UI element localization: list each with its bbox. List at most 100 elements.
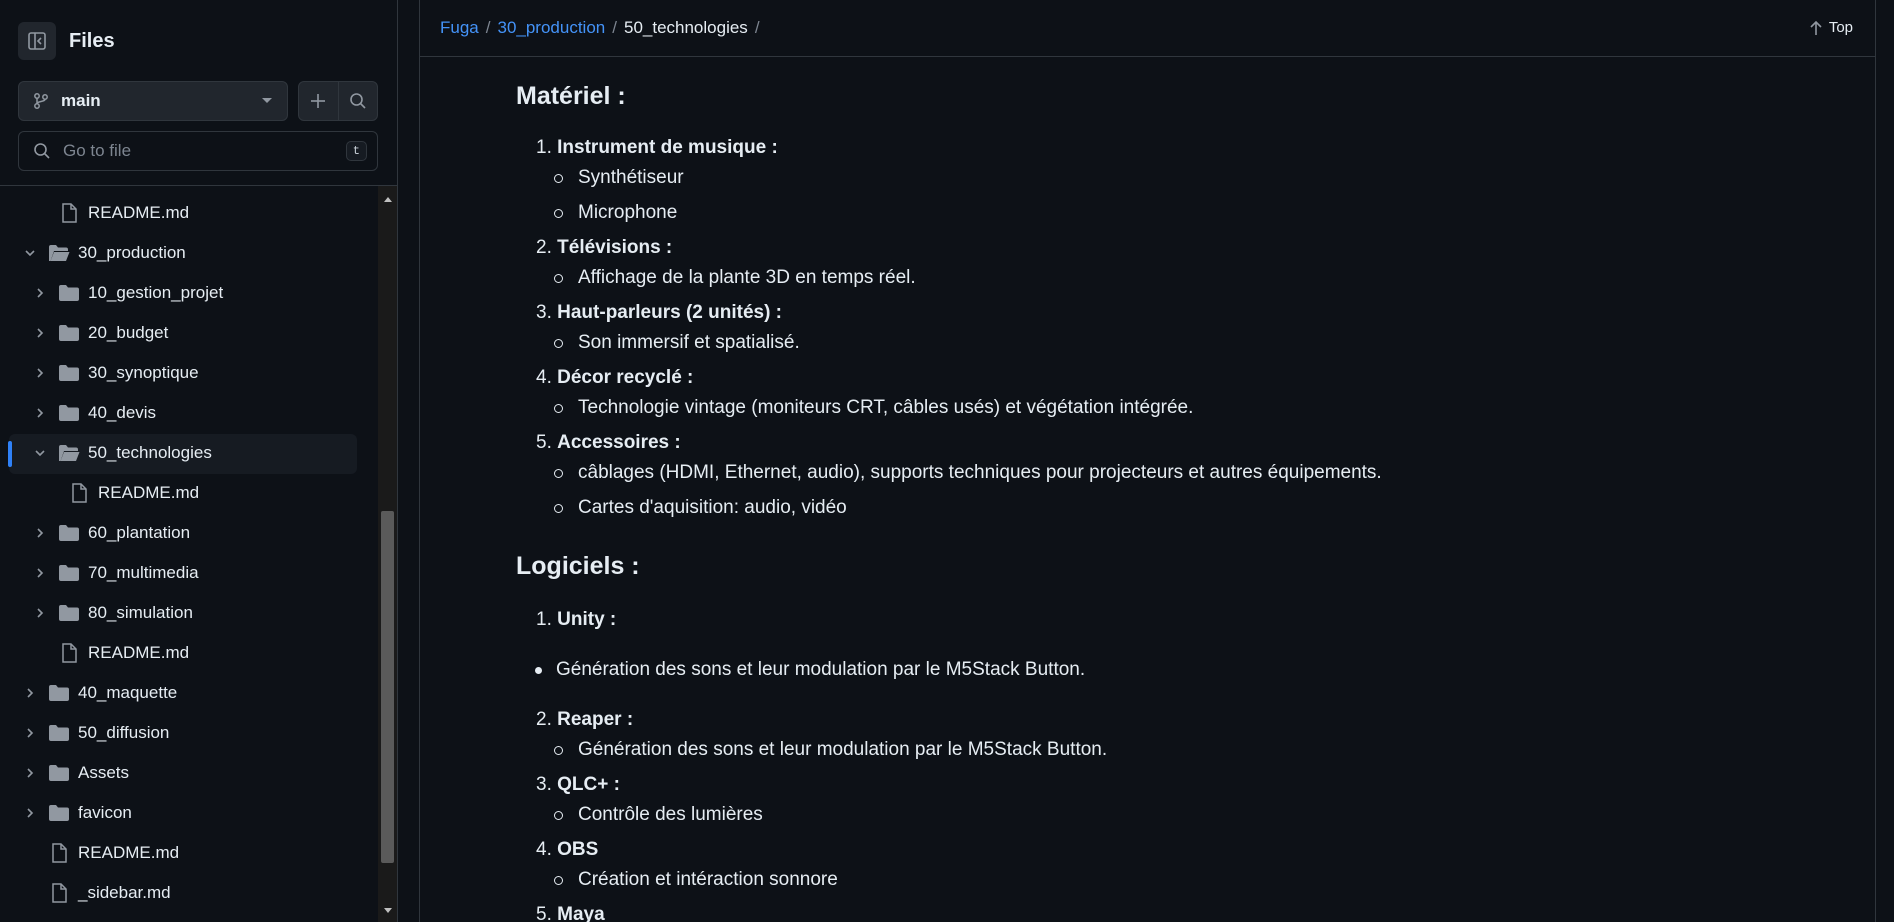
- list-item: 5. Accessoires :: [536, 432, 681, 454]
- list-number: 4.: [536, 839, 552, 860]
- list-item-title: Accessoires :: [557, 432, 681, 453]
- tree-folder-item[interactable]: 50_diffusion: [0, 714, 378, 752]
- chevron-right-icon[interactable]: [22, 685, 38, 701]
- breadcrumb-root-link[interactable]: Fuga: [440, 18, 479, 38]
- sub-list-text: Génération des sons et leur modulation p…: [578, 739, 1108, 760]
- tree-folder-item[interactable]: 80_simulation: [0, 594, 378, 632]
- sidebar-header: Files main Go to file t: [0, 0, 398, 186]
- list-item: 3. Haut-parleurs (2 unités) :: [536, 302, 782, 324]
- list-item: 2. Télévisions :: [536, 237, 672, 259]
- bullet-text: Génération des sons et leur modulation p…: [556, 659, 1086, 680]
- list-item-title: Haut-parleurs (2 unités) :: [557, 302, 783, 323]
- sub-list-text: Création et intéraction sonnore: [578, 869, 838, 890]
- folder-icon: [58, 563, 80, 583]
- scroll-down-button[interactable]: [378, 902, 397, 920]
- collapse-sidebar-button[interactable]: [18, 22, 56, 60]
- breadcrumb-separator: /: [754, 18, 760, 37]
- sub-list-item: Contrôle des lumières: [554, 804, 763, 826]
- tree-item-label: Assets: [78, 763, 130, 782]
- tree-folder-item[interactable]: 60_plantation: [0, 514, 378, 552]
- chevron-down-icon[interactable]: [32, 445, 48, 461]
- file-viewer: Fuga / 30_production / 50_technologies /…: [419, 0, 1876, 922]
- tree-folder-item[interactable]: 70_multimedia: [0, 554, 378, 592]
- tree-item-label: favicon: [78, 803, 132, 822]
- sub-list-item: Synthétiseur: [554, 167, 684, 189]
- tree-file-item[interactable]: README.md: [0, 194, 378, 232]
- list-item: 1. Instrument de musique :: [536, 137, 778, 159]
- arrow-up-icon: [1810, 20, 1822, 35]
- breadcrumb-separator: /: [612, 18, 617, 37]
- plus-icon: [311, 94, 326, 108]
- list-number: 2.: [536, 709, 552, 730]
- chevron-right-icon[interactable]: [22, 725, 38, 741]
- sub-list-item: Génération des sons et leur modulation p…: [554, 739, 1108, 761]
- chevron-right-icon[interactable]: [22, 805, 38, 821]
- shortcut-key: t: [345, 141, 367, 161]
- tree-folder-item[interactable]: 30_synoptique: [0, 354, 378, 392]
- caret-down-icon: [262, 98, 272, 103]
- folder-icon: [48, 763, 70, 783]
- breadcrumb-parent-link[interactable]: 30_production: [497, 18, 605, 38]
- search-button[interactable]: [337, 82, 378, 120]
- tree-item-label: 70_multimedia: [88, 563, 199, 582]
- chevron-right-icon[interactable]: [32, 285, 48, 301]
- chevron-right-icon[interactable]: [22, 765, 38, 781]
- search-icon: [34, 143, 50, 159]
- chevron-right-icon[interactable]: [32, 325, 48, 341]
- tree-folder-item[interactable]: 30_production: [0, 234, 378, 272]
- selected-row-indicator: [8, 441, 12, 467]
- sub-list-text: Son immersif et spatialisé.: [578, 332, 800, 353]
- sidebar-collapse-icon: [28, 32, 46, 50]
- tree-item-label: README.md: [88, 643, 190, 662]
- list-item-title: Maya: [557, 904, 605, 922]
- chevron-right-icon[interactable]: [32, 365, 48, 381]
- tree-folder-item[interactable]: 20_budget: [0, 314, 378, 352]
- file-icon: [58, 643, 80, 663]
- list-item: 5. Maya: [536, 904, 605, 922]
- tree-file-item[interactable]: _sidebar.md: [0, 874, 378, 912]
- sidebar-scrollbar[interactable]: [378, 186, 397, 922]
- tree-item-label: 60_plantation: [88, 523, 191, 542]
- scroll-thumb[interactable]: [381, 511, 394, 863]
- tree-file-item[interactable]: README.md: [0, 474, 378, 512]
- tree-folder-item[interactable]: 10_gestion_projet: [0, 274, 378, 312]
- list-item: 1. Unity :: [536, 609, 616, 631]
- tree-item-label: README.md: [98, 483, 200, 502]
- tree-file-item[interactable]: README.md: [0, 834, 378, 872]
- sub-list-item: Création et intéraction sonnore: [554, 869, 838, 891]
- chevron-right-icon[interactable]: [32, 525, 48, 541]
- branch-name: main: [61, 91, 101, 110]
- list-number: 5.: [536, 432, 552, 453]
- go-to-file-input[interactable]: [63, 141, 346, 161]
- add-file-button[interactable]: [299, 82, 338, 120]
- sub-list-text: Technologie vintage (moniteurs CRT, câbl…: [578, 397, 1194, 418]
- tree-folder-item[interactable]: favicon: [0, 794, 378, 832]
- sub-list-item: Technologie vintage (moniteurs CRT, câbl…: [554, 397, 1194, 419]
- tree-folder-item[interactable]: 40_maquette: [0, 674, 378, 712]
- go-to-file-field[interactable]: t: [18, 131, 378, 171]
- scroll-up-button[interactable]: [378, 190, 397, 208]
- tree-folder-item[interactable]: Assets: [0, 754, 378, 792]
- section-heading-logiciels: Logiciels :: [516, 552, 640, 580]
- folder-open-icon: [48, 243, 70, 263]
- back-to-top-link[interactable]: Top: [1809, 19, 1853, 36]
- tree-item-label: 40_maquette: [78, 683, 178, 702]
- tree-folder-item[interactable]: 50_technologies: [0, 434, 378, 474]
- chevron-right-icon[interactable]: [32, 405, 48, 421]
- sub-list-text: Contrôle des lumières: [578, 804, 763, 825]
- search-icon: [349, 93, 366, 109]
- chevron-right-icon[interactable]: [32, 605, 48, 621]
- folder-icon: [58, 523, 80, 543]
- tree-folder-item[interactable]: 40_devis: [0, 394, 378, 432]
- list-item-title: Instrument de musique :: [557, 137, 778, 158]
- sub-list-text: Microphone: [578, 202, 678, 223]
- folder-icon: [58, 363, 80, 383]
- list-number: 1.: [536, 609, 552, 630]
- chevron-down-icon[interactable]: [22, 245, 38, 261]
- branch-selector[interactable]: main: [18, 81, 288, 121]
- chevron-right-icon[interactable]: [32, 565, 48, 581]
- tree-file-item[interactable]: README.md: [0, 634, 378, 672]
- list-item: 4. Décor recyclé :: [536, 367, 693, 389]
- list-item: 4. OBS: [536, 839, 598, 861]
- list-number: 3.: [536, 774, 552, 795]
